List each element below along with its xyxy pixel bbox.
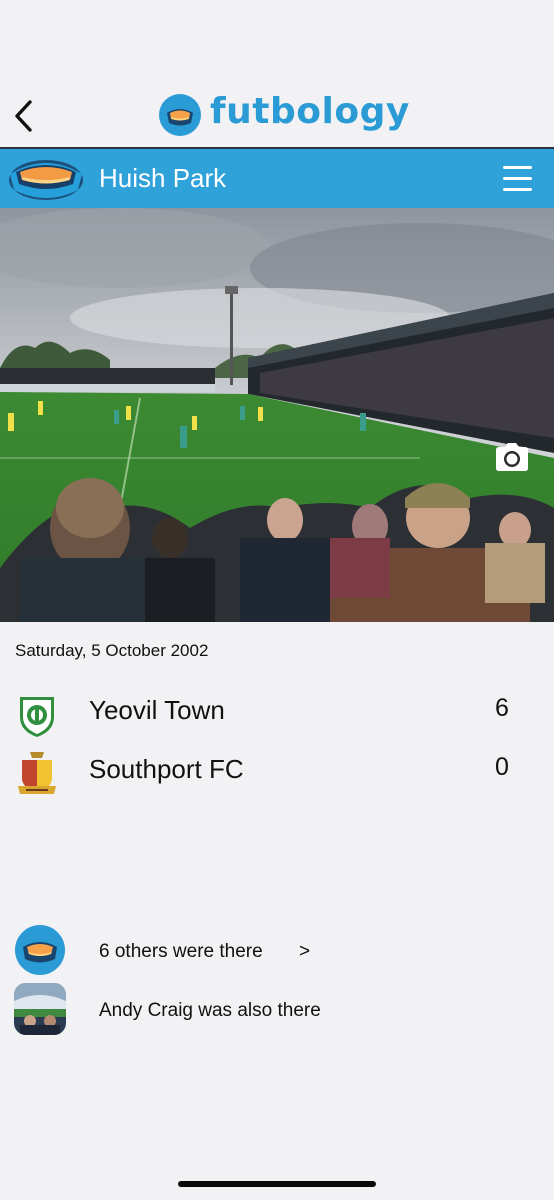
- brand-name: futbology: [210, 91, 410, 132]
- southport-fc-crest-icon: [18, 752, 56, 794]
- venue-header: Huish Park: [0, 149, 554, 208]
- home-indicator[interactable]: [178, 1181, 376, 1187]
- team-row-away[interactable]: Southport FC 0: [0, 748, 554, 798]
- venue-photo[interactable]: [0, 208, 554, 622]
- team-row-home[interactable]: Yeovil Town 6: [0, 690, 554, 740]
- stadium-photo-image: [0, 208, 554, 622]
- friend-attended-row[interactable]: Andy Craig was also there: [0, 983, 554, 1039]
- brand-logo: futbology: [158, 92, 410, 138]
- chevron-right-icon: >: [299, 941, 311, 962]
- friend-photo-image: [14, 983, 66, 1035]
- friend-attended-text: Andy Craig was also there: [99, 1000, 321, 1021]
- stadium-logo-icon: [159, 94, 201, 136]
- top-navigation-bar: futbology: [0, 0, 554, 149]
- others-attended-row[interactable]: 6 others were there >: [0, 924, 554, 980]
- menu-button[interactable]: [500, 163, 536, 195]
- team-name: Southport FC: [89, 754, 244, 784]
- team-score: 0: [495, 753, 509, 781]
- team-name: Yeovil Town: [89, 695, 225, 725]
- match-date: Saturday, 5 October 2002: [15, 641, 209, 660]
- stadium-logo-icon: [15, 925, 65, 975]
- camera-icon: [496, 443, 528, 471]
- avatar: [14, 983, 66, 1035]
- others-attended-text: 6 others were there: [99, 941, 263, 962]
- venue-title: Huish Park: [99, 163, 227, 193]
- chevron-left-icon: [15, 100, 32, 132]
- team-score: 6: [495, 694, 509, 722]
- back-button[interactable]: [8, 94, 40, 138]
- camera-button[interactable]: [493, 441, 531, 473]
- stadium-icon: [9, 160, 83, 200]
- yeovil-town-crest-icon: [20, 697, 54, 737]
- futbology-avatar: [14, 924, 66, 976]
